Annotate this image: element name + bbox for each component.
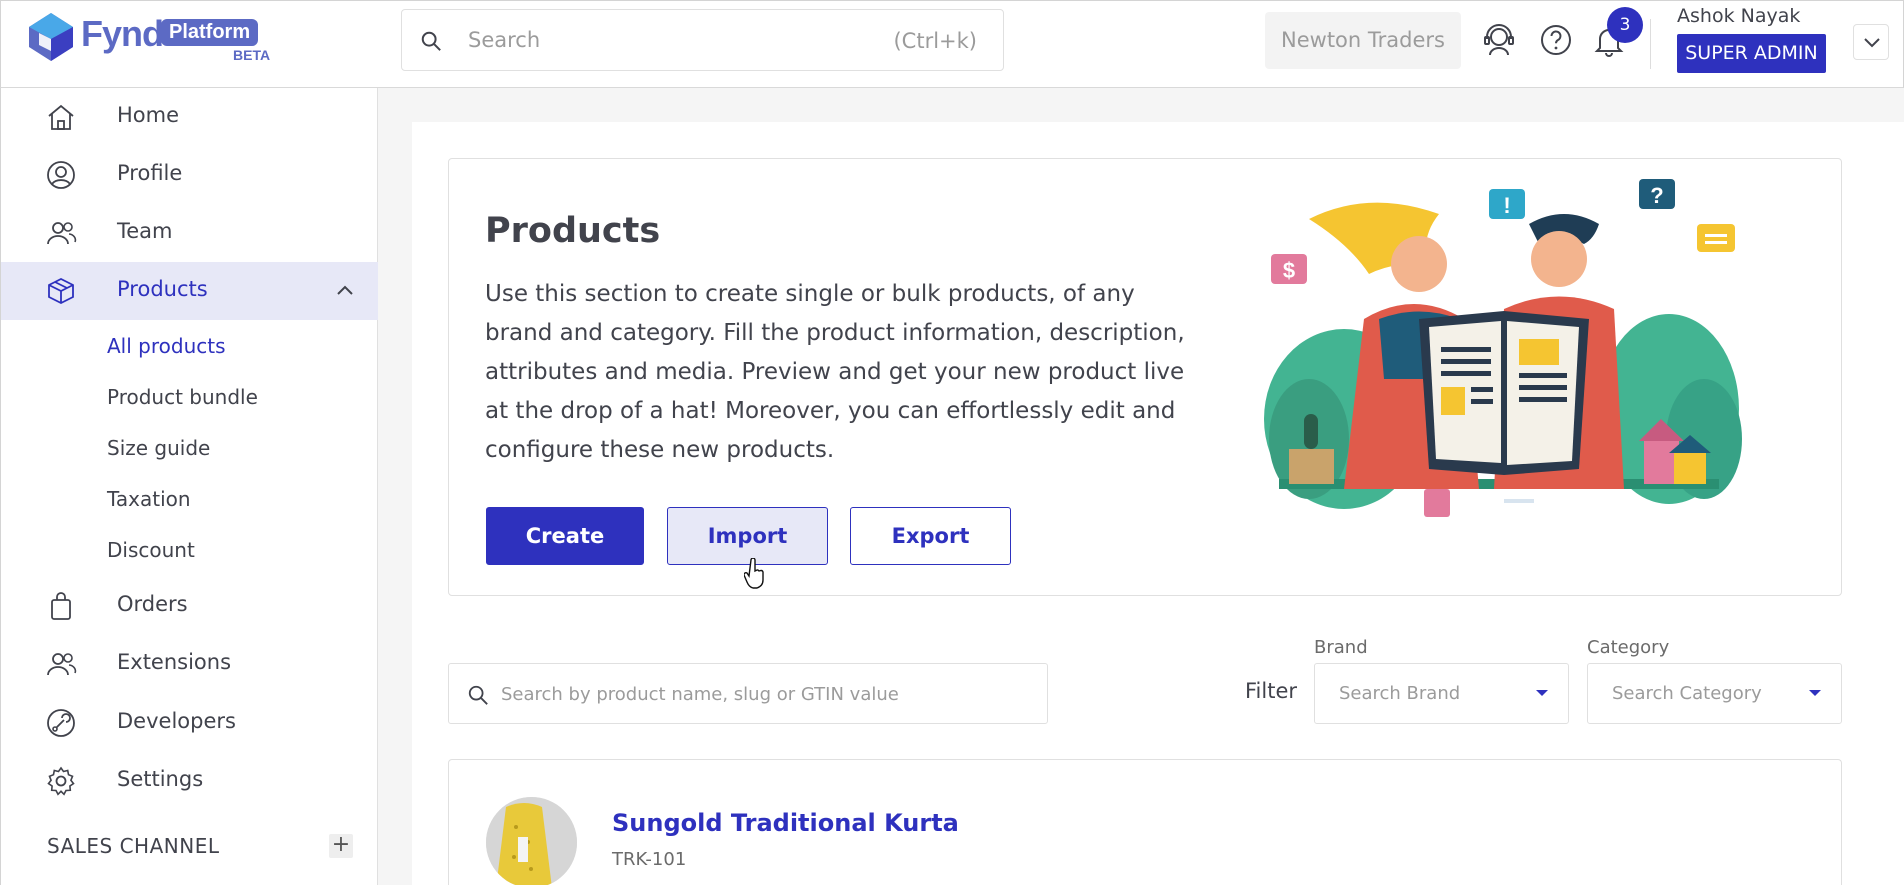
product-image xyxy=(486,797,577,885)
sidebar-item-label: Home xyxy=(117,103,180,127)
product-name[interactable]: Sungold Traditional Kurta xyxy=(612,809,959,837)
product-card[interactable]: Sungold Traditional Kurta TRK-101 xyxy=(448,759,1842,885)
page-title: Products xyxy=(485,211,661,251)
import-button[interactable]: Import xyxy=(667,507,828,565)
sidebar: Home Profile Team Products All products … xyxy=(0,88,378,885)
category-placeholder: Search Category xyxy=(1612,683,1762,704)
plus-icon: + xyxy=(331,832,351,857)
developer-icon xyxy=(47,709,75,737)
help-icon[interactable] xyxy=(1539,23,1573,57)
caret-down-icon xyxy=(1809,690,1821,696)
fynd-logo-icon xyxy=(29,13,73,61)
sidebar-item-home[interactable]: Home xyxy=(1,88,378,146)
sidebar-subitem-size-guide[interactable]: Size guide xyxy=(107,436,210,460)
sidebar-item-label: Settings xyxy=(117,767,204,791)
sidebar-item-profile[interactable]: Profile xyxy=(1,146,378,204)
sidebar-subitem-discount[interactable]: Discount xyxy=(107,538,195,562)
support-icon[interactable] xyxy=(1482,23,1516,57)
sales-channel-heading: SALES CHANNEL xyxy=(47,834,220,858)
gear-icon xyxy=(47,766,75,796)
caret-down-icon xyxy=(1536,690,1548,696)
global-search[interactable]: (Ctrl+k) xyxy=(401,9,1004,71)
sidebar-item-label: Extensions xyxy=(117,650,232,674)
product-search-input[interactable] xyxy=(501,678,1021,710)
shopping-bag-icon xyxy=(51,592,71,620)
products-hero-card: Products Use this section to create sing… xyxy=(448,158,1842,596)
brand-placeholder: Search Brand xyxy=(1339,683,1461,704)
user-circle-icon xyxy=(47,161,75,189)
add-sales-channel-button[interactable]: + xyxy=(329,834,353,858)
user-role-badge[interactable]: SUPER ADMIN xyxy=(1677,34,1826,73)
logo-beta-label: BETA xyxy=(233,47,271,63)
brand-label: Brand xyxy=(1314,637,1368,658)
sidebar-item-team[interactable]: Team xyxy=(1,204,378,262)
product-search[interactable] xyxy=(448,663,1048,724)
page-description: Use this section to create single or bul… xyxy=(485,281,1185,463)
sidebar-item-label: Products xyxy=(117,277,208,301)
notification-badge: 3 xyxy=(1607,7,1643,43)
hand-cursor-icon xyxy=(744,558,764,589)
sidebar-item-label: Profile xyxy=(117,161,183,185)
sidebar-item-products[interactable]: Products xyxy=(1,262,378,320)
fynd-logo[interactable]: Fynd Platform BETA xyxy=(25,11,275,67)
sidebar-item-label: Team xyxy=(117,219,173,243)
company-selector[interactable]: Newton Traders xyxy=(1265,12,1461,69)
top-header: Fynd Platform BETA (Ctrl+k) Newton Trade… xyxy=(0,0,1904,88)
logo-platform-badge: Platform xyxy=(161,19,259,46)
account-menu-button[interactable] xyxy=(1853,24,1889,60)
sidebar-item-settings[interactable]: Settings xyxy=(1,752,378,810)
category-label: Category xyxy=(1587,637,1670,658)
category-dropdown[interactable]: Search Category xyxy=(1587,663,1842,724)
sidebar-item-extensions[interactable]: Extensions xyxy=(1,635,378,693)
product-thumbnail[interactable] xyxy=(486,797,577,885)
search-icon xyxy=(421,31,441,51)
search-input[interactable] xyxy=(468,22,848,58)
brand-dropdown[interactable]: Search Brand xyxy=(1314,663,1569,724)
sidebar-item-orders[interactable]: Orders xyxy=(1,577,378,635)
home-icon xyxy=(48,104,74,130)
svg-text:?: ? xyxy=(1650,183,1663,208)
sidebar-subitem-product-bundle[interactable]: Product bundle xyxy=(107,385,258,409)
svg-text:!: ! xyxy=(1503,193,1510,218)
sidebar-subitem-all-products[interactable]: All products xyxy=(107,334,226,358)
logo-wordmark: Fynd xyxy=(81,13,164,54)
svg-text:$: $ xyxy=(1283,258,1295,283)
extensions-icon xyxy=(47,653,77,676)
search-icon xyxy=(468,685,488,705)
box-icon xyxy=(48,277,74,305)
chevron-up-icon[interactable] xyxy=(336,284,354,296)
chevron-down-icon xyxy=(1864,38,1880,48)
search-shortcut: (Ctrl+k) xyxy=(893,29,977,53)
sidebar-item-developers[interactable]: Developers xyxy=(1,694,378,752)
sidebar-subitem-taxation[interactable]: Taxation xyxy=(107,487,191,511)
create-button[interactable]: Create xyxy=(486,507,644,565)
sidebar-item-label: Orders xyxy=(117,592,188,616)
filter-label: Filter xyxy=(1245,679,1298,703)
header-divider xyxy=(1650,19,1651,69)
team-icon xyxy=(47,222,77,245)
export-button[interactable]: Export xyxy=(850,507,1011,565)
user-name: Ashok Nayak xyxy=(1677,5,1801,27)
sidebar-item-label: Developers xyxy=(117,709,236,733)
product-sku: TRK-101 xyxy=(612,849,687,870)
products-illustration: ! ? $ xyxy=(1264,179,1742,517)
